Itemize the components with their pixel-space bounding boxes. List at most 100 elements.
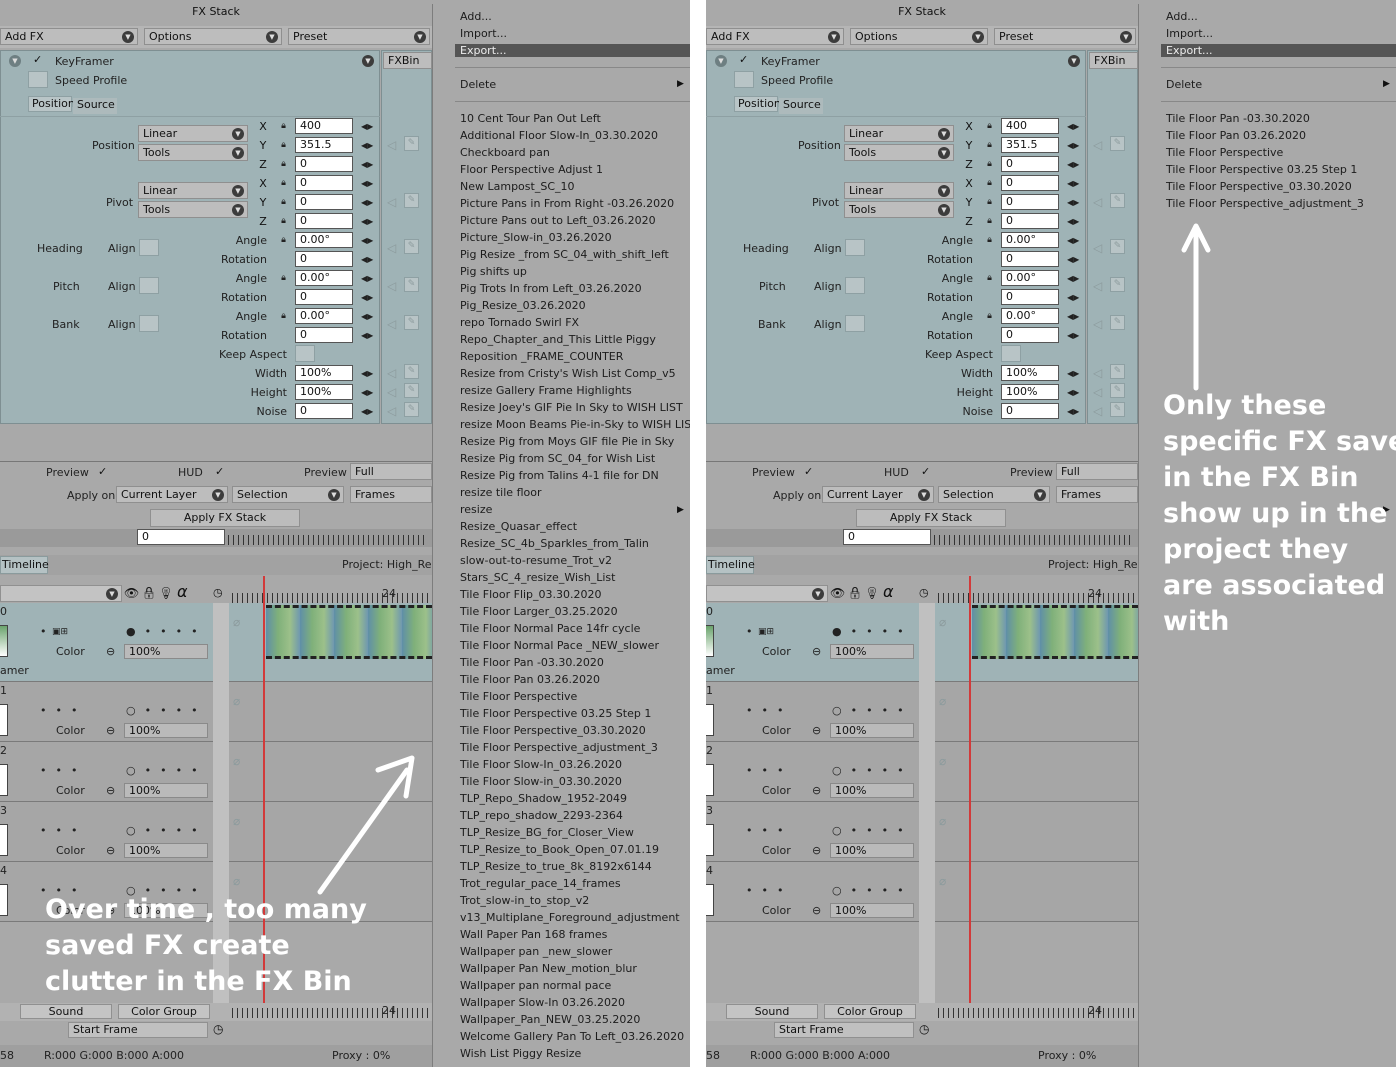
wrench-icon[interactable]: ✎ <box>1110 193 1125 208</box>
menu-fx-item[interactable]: Wallpaper Pan New_motion_blur <box>460 962 637 975</box>
layer-cut-icon[interactable]: ⌀ <box>939 615 946 629</box>
tab-source[interactable]: Source <box>779 98 823 114</box>
stepper-icon[interactable]: ◀▶ <box>361 122 373 131</box>
pivot-x-input[interactable]: 0 <box>295 175 353 191</box>
lock-icon[interactable]: 🔒︎ <box>984 120 995 133</box>
eye-icon[interactable]: 👁︎🔒︎💡︎ <box>124 586 176 600</box>
stepper-icon[interactable]: ◀▶ <box>361 236 373 245</box>
menu-fx-item[interactable]: Repo_Chapter_and_This Little Piggy <box>460 333 656 346</box>
layer-thumbnail[interactable] <box>0 704 8 736</box>
menu-delete[interactable]: Delete <box>460 78 496 91</box>
menu-fx-item[interactable]: Tile Floor Perspective_03.30.2020 <box>460 724 646 737</box>
menu-fx-item[interactable]: Tile Floor Larger_03.25.2020 <box>460 605 618 618</box>
keyframe-dots[interactable]: ○•••• <box>832 704 913 717</box>
layer-track[interactable] <box>229 682 432 742</box>
stepper-icon[interactable]: ◀▶ <box>1067 407 1079 416</box>
layer-cut-icon[interactable]: ⌀ <box>939 754 946 768</box>
stepper-icon[interactable]: ◀▶ <box>1067 141 1079 150</box>
sound-button[interactable]: Sound <box>726 1004 818 1019</box>
stepper-icon[interactable]: ◀▶ <box>1067 331 1079 340</box>
lock-icon[interactable]: 🔒︎ <box>278 310 289 323</box>
color-group-button[interactable]: Color Group <box>118 1004 210 1019</box>
noise-input[interactable]: 0 <box>1001 403 1059 419</box>
menu-fx-item[interactable]: Resize Pig from Talins 4-1 file for DN <box>460 469 659 482</box>
height-input[interactable]: 100% <box>1001 384 1059 400</box>
stepper-icon[interactable]: ◀▶ <box>361 179 373 188</box>
noise-input[interactable]: 0 <box>295 403 353 419</box>
tab-timeline[interactable]: Timeline <box>0 556 49 574</box>
keyframe-diamond-icon[interactable]: ◁ <box>387 241 396 255</box>
menu-export[interactable]: Export... <box>455 44 690 57</box>
lock-icon[interactable]: 🔒︎ <box>278 272 289 285</box>
width-input[interactable]: 100% <box>295 365 353 381</box>
preset-dropdown[interactable]: Preset ▼ <box>288 28 430 45</box>
layer-opacity[interactable]: 100% <box>124 723 208 738</box>
lock-icon[interactable]: 🔒︎ <box>278 196 289 209</box>
wrench-icon[interactable]: ✎ <box>404 364 419 379</box>
position-y-input[interactable]: 351.5 <box>295 137 353 153</box>
wrench-icon[interactable]: ✎ <box>404 383 419 398</box>
layer-thumbnail[interactable] <box>706 704 714 736</box>
wrench-icon[interactable]: ✎ <box>404 136 419 151</box>
keyframe-dots[interactable]: ○•••• <box>832 764 913 777</box>
wrench-icon[interactable]: ✎ <box>1110 364 1125 379</box>
layer-opacity[interactable]: 100% <box>830 723 914 738</box>
start-frame-field[interactable]: Start Frame <box>68 1022 208 1038</box>
position-tools-dropdown[interactable]: Tools ▼ <box>844 144 954 161</box>
speed-profile-swatch[interactable] <box>28 71 48 88</box>
menu-fx-item[interactable]: Tile Floor Perspective 03.25 Step 1 <box>1166 163 1357 176</box>
menu-fx-item[interactable]: repo Tornado Swirl FX <box>460 316 579 329</box>
layer-filter-dropdown[interactable]: ▼ <box>706 585 828 602</box>
tab-source[interactable]: Source <box>73 98 117 114</box>
menu-fx-item[interactable]: Tile Floor Perspective <box>460 690 577 703</box>
menu-fx-item[interactable]: Wall Paper Pan 168 frames <box>460 928 607 941</box>
lock-icon[interactable]: 🔒︎ <box>984 139 995 152</box>
minus-icon[interactable]: ⊖ <box>812 904 821 917</box>
menu-fx-item[interactable]: Picture Pans in From Right -03.26.2020 <box>460 197 674 210</box>
lock-icon[interactable]: 🔒︎ <box>984 215 995 228</box>
layer-opacity[interactable]: 100% <box>124 843 208 858</box>
frame-input[interactable]: 0 <box>137 529 225 545</box>
menu-fx-item[interactable]: TLP_Resize_to_true_8k_8192x6144 <box>460 860 652 873</box>
stepper-icon[interactable]: ◀▶ <box>361 388 373 397</box>
menu-fx-item[interactable]: Tile Floor Perspective_03.30.2020 <box>1166 180 1352 193</box>
layer-opacity[interactable]: 100% <box>124 644 208 659</box>
layer-track[interactable] <box>935 862 1138 922</box>
start-frame-field[interactable]: Start Frame <box>774 1022 914 1038</box>
menu-fx-item[interactable]: Tile Floor Perspective_adjustment_3 <box>460 741 658 754</box>
heading-rotation-input[interactable]: 0 <box>295 251 353 267</box>
stepper-icon[interactable]: ◀▶ <box>1067 274 1079 283</box>
menu-fx-item[interactable]: Tile Floor Slow-in_03.30.2020 <box>460 775 622 788</box>
check-icon[interactable]: ✓ <box>739 53 748 66</box>
collapse-icon[interactable]: ▼ <box>9 55 21 67</box>
current-layer-dropdown[interactable]: Current Layer ▼ <box>822 486 934 503</box>
visibility-dots[interactable]: ••• <box>746 704 792 717</box>
menu-fx-item[interactable]: Pig_Resize_03.26.2020 <box>460 299 586 312</box>
stepper-icon[interactable]: ◀▶ <box>361 217 373 226</box>
layer-opacity[interactable]: 100% <box>830 644 914 659</box>
tab-position[interactable]: Position <box>734 96 781 112</box>
keyframe-dots[interactable]: ○•••• <box>126 704 207 717</box>
menu-delete[interactable]: Delete <box>1166 78 1202 91</box>
stepper-icon[interactable]: ◀▶ <box>1067 388 1079 397</box>
lock-icon[interactable]: 🔒︎ <box>278 215 289 228</box>
menu-add[interactable]: Add... <box>1166 10 1198 23</box>
stepper-icon[interactable]: ◀▶ <box>361 369 373 378</box>
position-tools-dropdown[interactable]: Tools ▼ <box>138 144 248 161</box>
visibility-dots[interactable]: ••• <box>40 764 86 777</box>
menu-fx-item[interactable]: Tile Floor Normal Pace _NEW_slower <box>460 639 659 652</box>
wrench-icon[interactable]: ✎ <box>404 277 419 292</box>
menu-import[interactable]: Import... <box>460 27 507 40</box>
position-z-input[interactable]: 0 <box>1001 156 1059 172</box>
pivot-interp-dropdown[interactable]: Linear ▼ <box>844 182 954 199</box>
fxbin-dropdown[interactable]: FXBin <box>383 52 432 69</box>
layer-thumbnail[interactable] <box>0 764 8 796</box>
keyframe-diamond-icon[interactable]: ◁ <box>387 279 396 293</box>
timeline-ruler[interactable] <box>232 593 432 603</box>
lock-icon[interactable]: 🔒︎ <box>984 272 995 285</box>
frame-ruler[interactable] <box>934 535 1134 545</box>
pivot-y-input[interactable]: 0 <box>1001 194 1059 210</box>
bank-rotation-input[interactable]: 0 <box>1001 327 1059 343</box>
menu-fx-item[interactable]: Picture_Slow-in_03.26.2020 <box>460 231 612 244</box>
minus-icon[interactable]: ⊖ <box>812 784 821 797</box>
